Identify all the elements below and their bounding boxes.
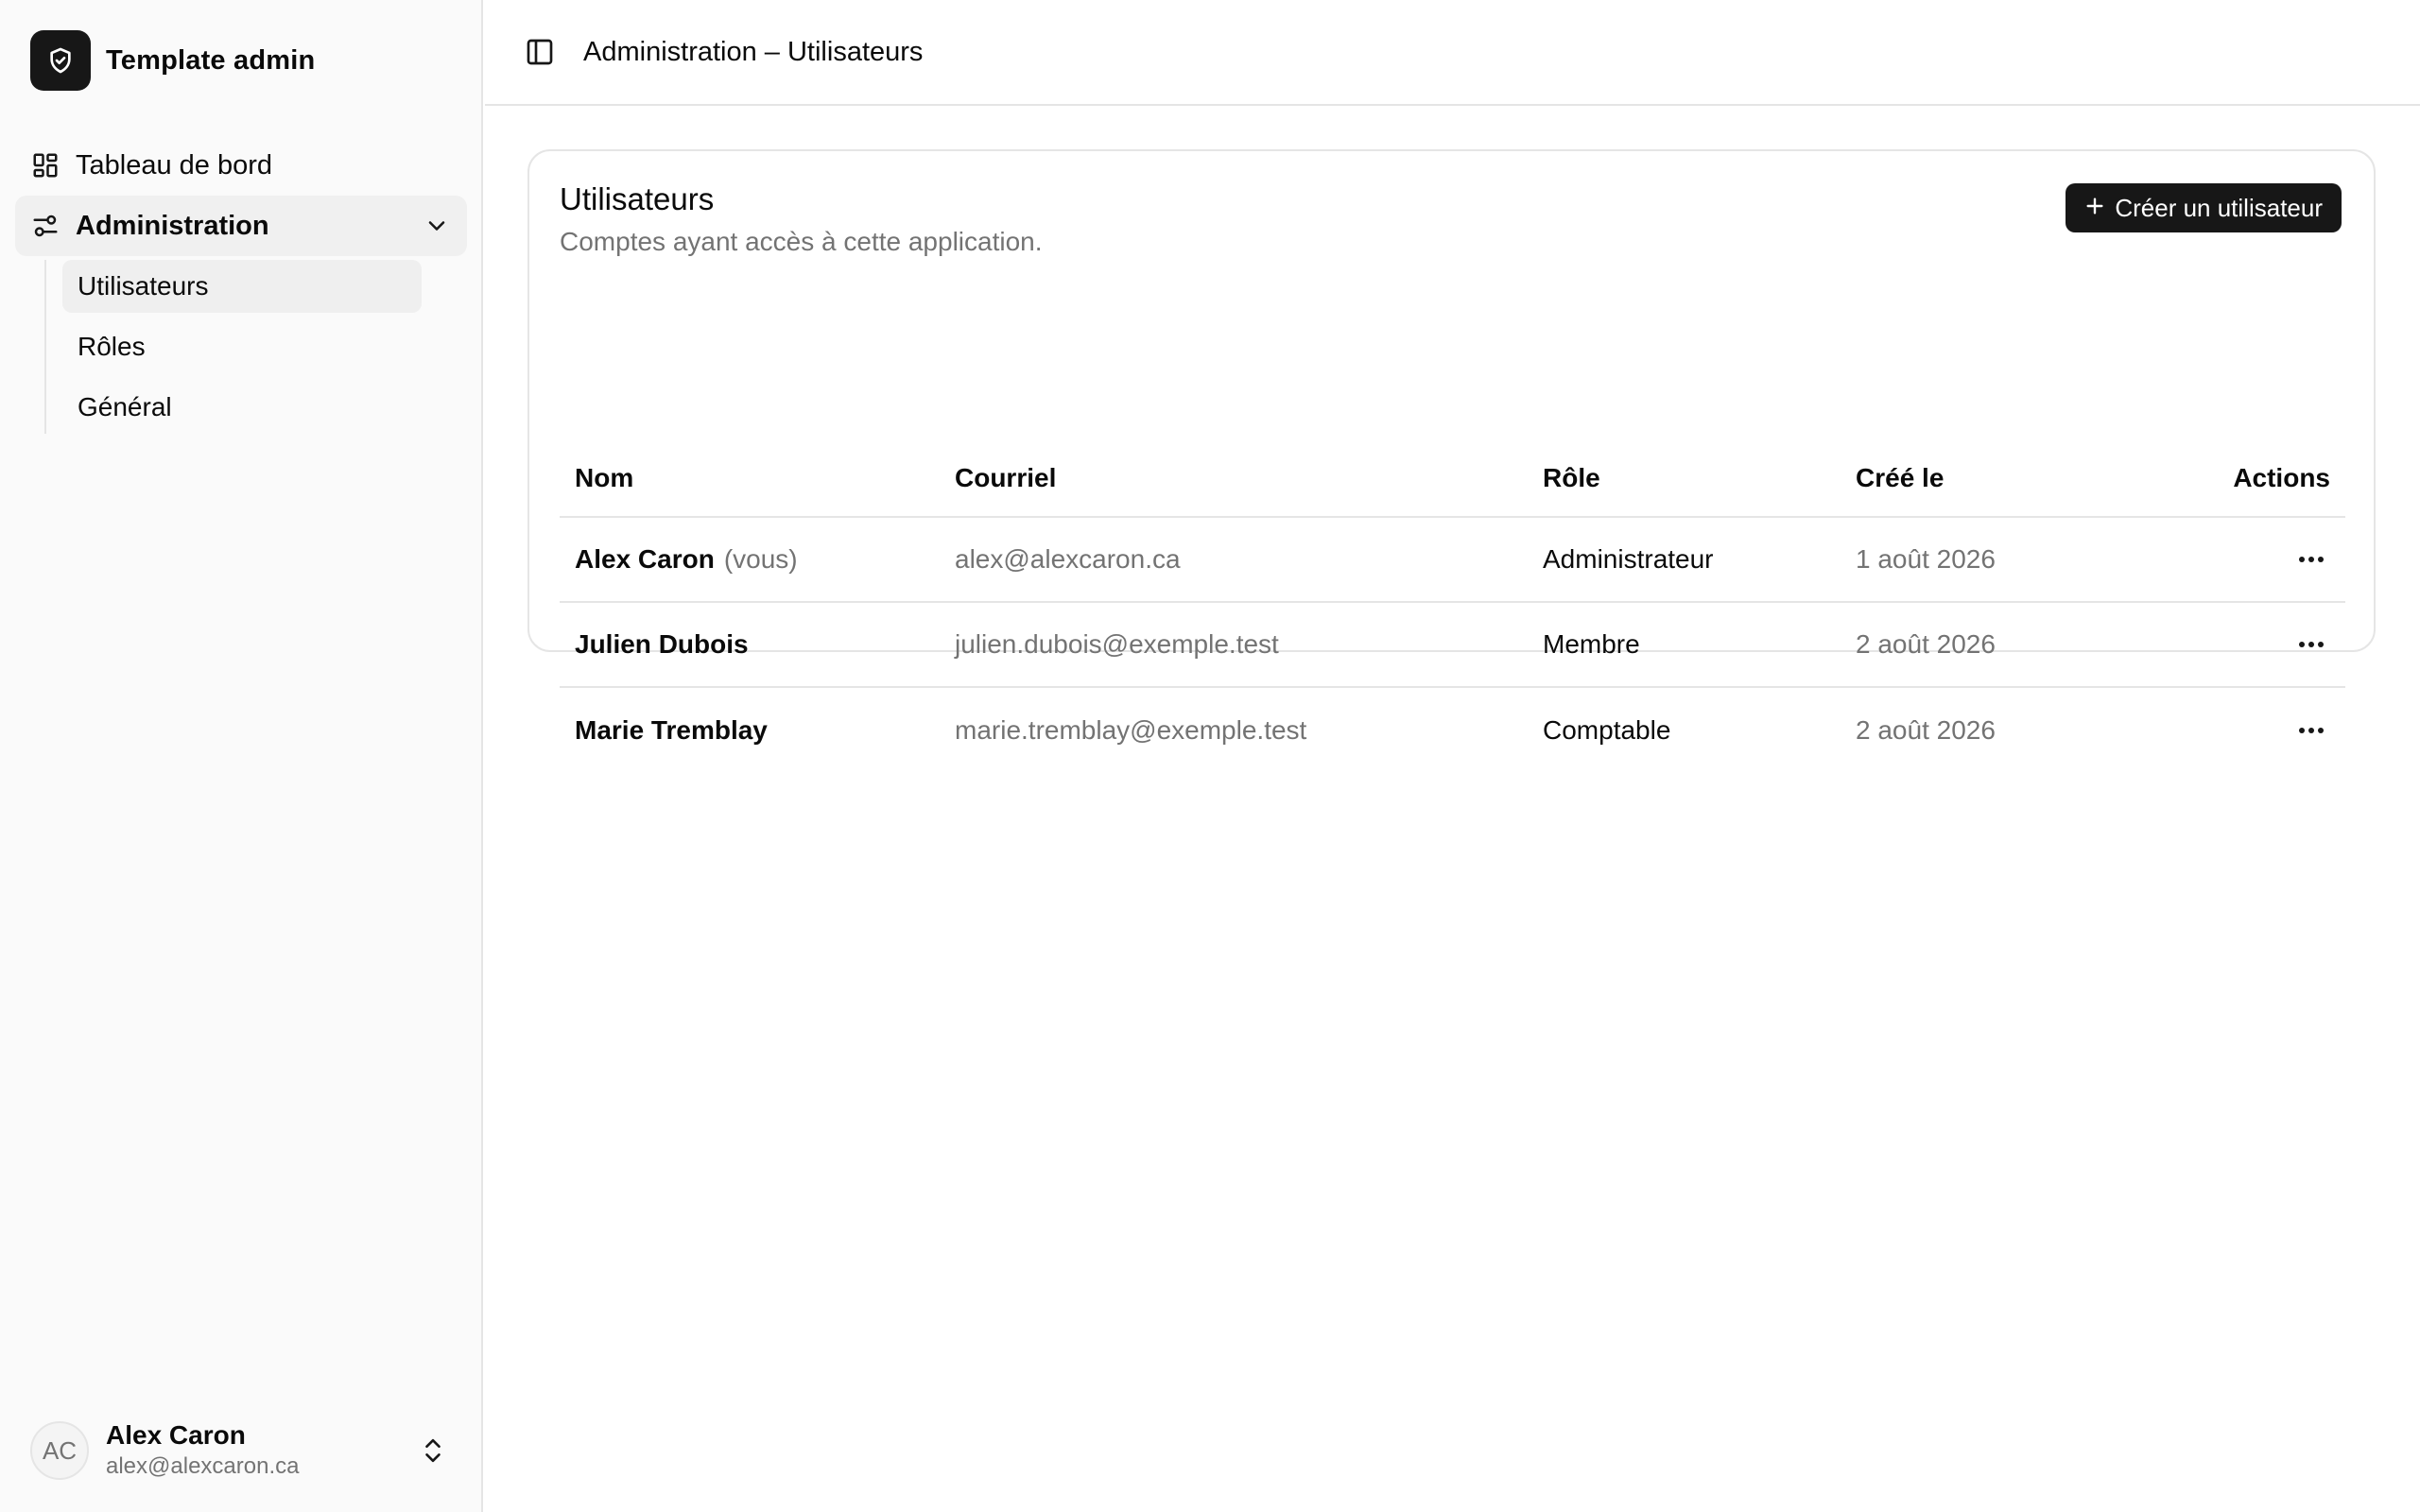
- user-menu[interactable]: AC Alex Caron alex@alexcaron.ca: [30, 1419, 458, 1482]
- sidebar-nav: Tableau de bord Administration Utilisate: [15, 135, 467, 441]
- user-info: Alex Caron alex@alexcaron.ca: [106, 1419, 299, 1482]
- column-header-role[interactable]: Rôle: [1543, 463, 1856, 493]
- created-cell: 2 août 2026: [1856, 715, 1996, 745]
- app-name: Template admin: [106, 44, 316, 76]
- role-cell: Comptable: [1543, 715, 1671, 745]
- column-header-email[interactable]: Courriel: [955, 463, 1543, 493]
- email-cell: marie.tremblay@exemple.test: [955, 715, 1307, 745]
- users-table: Nom Courriel Rôle Créé le Actions Alex C…: [560, 440, 2345, 773]
- sidebar-item-label: Utilisateurs: [78, 271, 209, 301]
- sidebar-item-label: Général: [78, 392, 172, 421]
- more-horizontal-icon[interactable]: [2292, 626, 2330, 663]
- more-horizontal-icon[interactable]: [2292, 712, 2330, 749]
- dashboard-icon: [30, 150, 60, 180]
- sidebar-item-dashboard[interactable]: Tableau de bord: [15, 135, 467, 196]
- table-row[interactable]: Julien Dubois julien.dubois@exemple.test…: [560, 603, 2345, 688]
- user-name-cell: Julien Dubois: [575, 629, 749, 659]
- sidebar-item-users[interactable]: Utilisateurs: [62, 260, 422, 313]
- page-title: Utilisateurs: [560, 181, 715, 216]
- table-row[interactable]: Marie Tremblay marie.tremblay@exemple.te…: [560, 688, 2345, 773]
- sidebar-item-roles[interactable]: Rôles: [62, 320, 422, 373]
- more-horizontal-icon[interactable]: [2292, 541, 2330, 578]
- chevron-down-icon: [424, 213, 450, 239]
- created-cell: 2 août 2026: [1856, 629, 1996, 659]
- sidebar-item-administration[interactable]: Administration: [15, 196, 467, 256]
- plus-icon: [2084, 194, 2105, 222]
- user-name-cell: Alex Caron: [575, 544, 715, 574]
- sidebar-item-label: Tableau de bord: [76, 149, 272, 180]
- user-name: Alex Caron: [106, 1420, 246, 1450]
- sidebar-toggle-icon[interactable]: [521, 33, 559, 71]
- role-cell: Administrateur: [1543, 544, 1714, 574]
- settings-sliders-icon: [30, 211, 60, 241]
- page-subtitle: Comptes ayant accès à cette application.: [560, 227, 1043, 256]
- sidebar-item-label: Rôles: [78, 332, 146, 361]
- role-cell: Membre: [1543, 629, 1640, 659]
- breadcrumb: Administration – Utilisateurs: [583, 36, 924, 67]
- column-header-name[interactable]: Nom: [560, 463, 955, 493]
- avatar: AC: [30, 1421, 89, 1480]
- users-card: Utilisateurs Comptes ayant accès à cette…: [527, 149, 2376, 745]
- admin-subnav: Utilisateurs Rôles Général: [44, 260, 467, 434]
- create-user-button[interactable]: Créer un utilisateur: [2066, 183, 2342, 232]
- column-header-actions: Actions: [2233, 463, 2330, 492]
- chevrons-up-down-icon[interactable]: [419, 1434, 447, 1468]
- email-cell: alex@alexcaron.ca: [955, 544, 1181, 574]
- user-email: alex@alexcaron.ca: [106, 1453, 300, 1479]
- created-cell: 1 août 2026: [1856, 544, 1996, 574]
- topbar: Administration – Utilisateurs: [485, 0, 2420, 106]
- shield-icon: [30, 30, 91, 91]
- brand[interactable]: Template admin: [30, 30, 315, 91]
- email-cell: julien.dubois@exemple.test: [955, 629, 1279, 659]
- user-name-cell: Marie Tremblay: [575, 715, 768, 745]
- sidebar-item-label: Administration: [76, 210, 269, 241]
- you-tag: (vous): [723, 544, 798, 574]
- table-row[interactable]: Alex Caron (vous) alex@alexcaron.ca Admin…: [560, 518, 2345, 603]
- column-header-created[interactable]: Créé le: [1856, 463, 2215, 493]
- sidebar-item-general[interactable]: Général: [62, 381, 422, 434]
- sidebar: Template admin Tableau de bord Administr…: [0, 0, 483, 1512]
- create-user-label: Créer un utilisateur: [2115, 193, 2323, 222]
- table-header: Nom Courriel Rôle Créé le Actions: [560, 440, 2345, 518]
